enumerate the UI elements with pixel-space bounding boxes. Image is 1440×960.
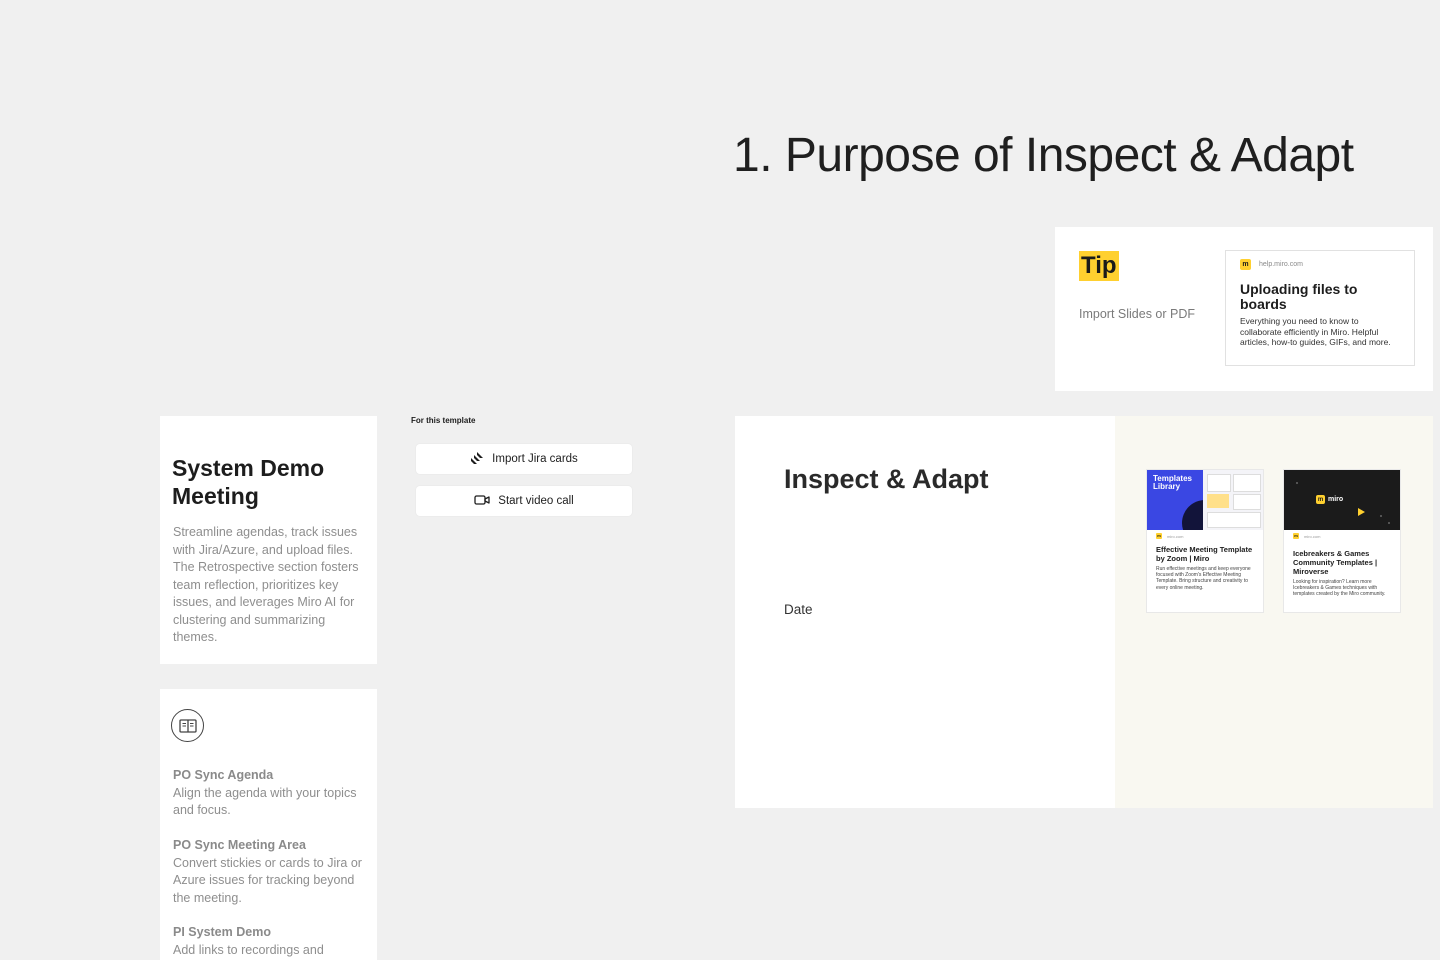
- link-title: Uploading files to boards: [1240, 281, 1358, 312]
- template-link-card-effective-meeting[interactable]: Templates Library m miro.com Effective M…: [1146, 469, 1264, 613]
- agenda-item: PO Sync Agenda Align the agenda with you…: [173, 767, 369, 820]
- system-demo-description: Streamline agendas, track issues with Ji…: [173, 525, 359, 644]
- agenda-item: PO Sync Meeting Area Convert stickies or…: [173, 837, 369, 907]
- inspect-adapt-title: Inspect & Adapt: [784, 464, 989, 494]
- agenda-item-text: Align the agenda with your topics and fo…: [173, 785, 357, 818]
- flag-icon: [1358, 508, 1365, 516]
- agenda-item-heading: PI System Demo: [173, 925, 271, 939]
- for-this-template-label: For this template: [411, 416, 476, 425]
- import-jira-cards-label: Import Jira cards: [492, 453, 578, 465]
- miro-logo-icon: m: [1316, 495, 1325, 504]
- agenda-card: PO Sync Agenda Align the agenda with you…: [160, 689, 377, 960]
- card-source: m miro.com: [1156, 533, 1254, 539]
- video-camera-icon: [474, 494, 490, 509]
- help-link-card[interactable]: m help.miro.com Uploading files to board…: [1225, 250, 1415, 366]
- thumbnail-text: Templates Library: [1153, 474, 1192, 491]
- agenda-item-text: Add links to recordings and: [173, 942, 324, 957]
- tip-frame: Tip Import Slides or PDF m help.miro.com…: [1055, 227, 1433, 391]
- templates-library-thumbnail: Templates Library: [1147, 470, 1263, 530]
- link-source-text: help.miro.com: [1259, 261, 1303, 268]
- start-video-call-label: Start video call: [498, 495, 574, 507]
- thumbnail-board: [1203, 470, 1263, 530]
- card-source-text: miro.com: [1304, 533, 1321, 539]
- miro-logo-icon: m: [1156, 533, 1162, 539]
- inspect-adapt-frame: Inspect & Adapt Date Templates Library m…: [735, 416, 1433, 808]
- section-title: 1. Purpose of Inspect & Adapt: [733, 129, 1354, 182]
- import-jira-cards-button[interactable]: Import Jira cards: [416, 444, 632, 474]
- miroverse-logo: m miro: [1316, 495, 1343, 504]
- card-description: Looking for inspiration? Learn more Iceb…: [1293, 579, 1386, 598]
- link-description: Everything you need to know to collabora…: [1240, 316, 1391, 347]
- system-demo-title: System Demo Meeting: [172, 455, 325, 509]
- system-demo-card: System Demo Meeting Streamline agendas, …: [160, 416, 377, 664]
- book-open-icon: [171, 709, 204, 742]
- tip-text: Import Slides or PDF: [1079, 307, 1196, 321]
- template-link-card-icebreakers[interactable]: m miro m miro.com Icebreakers & Games Co…: [1283, 469, 1401, 613]
- agenda-item: PI System Demo Add links to recordings a…: [173, 924, 369, 959]
- card-source-text: miro.com: [1167, 533, 1184, 539]
- agenda-item-text: Convert stickies or cards to Jira or Azu…: [173, 855, 362, 905]
- miro-logo-icon: m: [1240, 259, 1251, 270]
- tip-label: Tip: [1079, 251, 1119, 281]
- link-source: m help.miro.com: [1240, 259, 1400, 270]
- date-label: Date: [784, 602, 813, 617]
- agenda-item-heading: PO Sync Meeting Area: [173, 838, 306, 852]
- jira-icon: [470, 451, 484, 468]
- miroverse-thumbnail: m miro: [1284, 470, 1400, 530]
- card-title: Effective Meeting Template by Zoom | Mir…: [1156, 545, 1253, 563]
- start-video-call-button[interactable]: Start video call: [416, 486, 632, 516]
- card-description: Run effective meetings and keep everyone…: [1156, 566, 1251, 591]
- thumbnail-text: miro: [1328, 496, 1344, 503]
- miro-logo-icon: m: [1293, 533, 1299, 539]
- agenda-item-heading: PO Sync Agenda: [173, 768, 274, 782]
- card-title: Icebreakers & Games Community Templates …: [1293, 549, 1378, 576]
- card-source: m miro.com: [1293, 533, 1391, 539]
- resources-panel: Templates Library m miro.com Effective M…: [1115, 416, 1433, 808]
